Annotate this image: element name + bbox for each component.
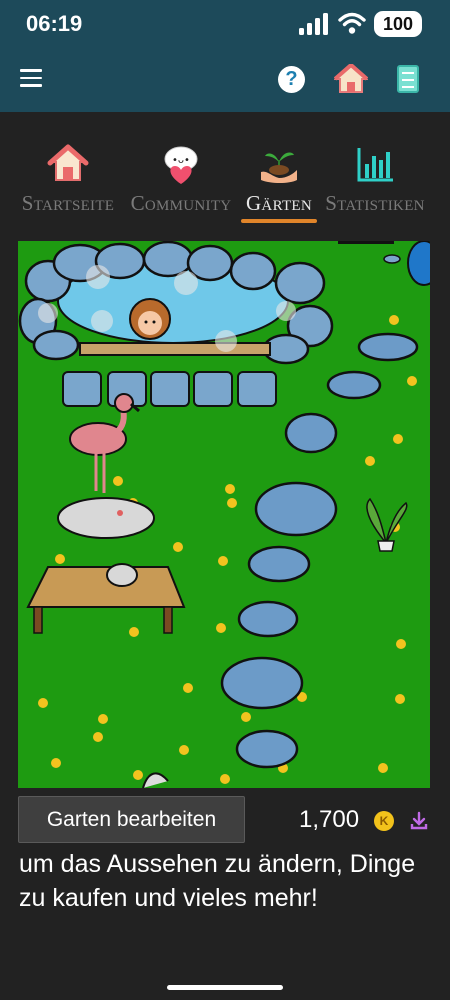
garden-description: um das Aussehen zu ändern, Dinge zu kauf… [19, 850, 416, 912]
signal-icon [299, 13, 328, 35]
status-bar: 06:19 100 [0, 0, 450, 50]
wifi-icon [338, 12, 366, 34]
hamburger-menu-icon[interactable] [20, 69, 42, 93]
book-icon[interactable] [397, 65, 419, 93]
app-bar: ? [0, 50, 450, 112]
edit-garden-button[interactable]: Garten bearbeiten [18, 796, 245, 843]
hot-spring-pool [18, 241, 334, 365]
blue-creature [338, 241, 430, 286]
house-icon [47, 144, 89, 181]
tab-gaerten[interactable]: Gärten [240, 138, 318, 228]
rabbit [142, 772, 169, 788]
download-icon[interactable] [410, 811, 428, 831]
svg-text:•ᴗ•: •ᴗ• [172, 155, 190, 166]
coin-icon: K [374, 811, 394, 831]
tab-label: Gärten [245, 191, 313, 215]
face-heart-icon: •ᴗ• [164, 146, 198, 184]
potted-plant [366, 497, 408, 552]
home-icon[interactable] [334, 64, 368, 94]
wooden-table [26, 563, 186, 634]
active-tab-indicator [241, 219, 317, 223]
status-time: 06:19 [26, 11, 83, 36]
plant-hand-icon [261, 152, 297, 183]
battery-indicator: 100 [374, 11, 422, 37]
tab-label: Statistiken [325, 191, 425, 215]
bar-chart-icon [357, 148, 393, 182]
tab-label: Community [130, 191, 232, 215]
garden-view[interactable] [18, 241, 430, 788]
coin-balance: 1,700 [299, 806, 360, 833]
seal [57, 497, 155, 539]
tab-bar: Startseite •ᴗ• Community Gärten Statisti… [0, 138, 450, 228]
tab-community[interactable]: •ᴗ• Community [122, 138, 240, 228]
home-indicator[interactable] [167, 985, 283, 990]
garden-scene [18, 241, 430, 788]
tab-startseite[interactable]: Startseite [14, 138, 122, 228]
tab-statistiken[interactable]: Statistiken [318, 138, 432, 228]
help-icon[interactable]: ? [278, 66, 305, 93]
stepping-tiles [62, 371, 277, 407]
flamingo [69, 393, 140, 493]
tab-label: Startseite [21, 191, 115, 215]
